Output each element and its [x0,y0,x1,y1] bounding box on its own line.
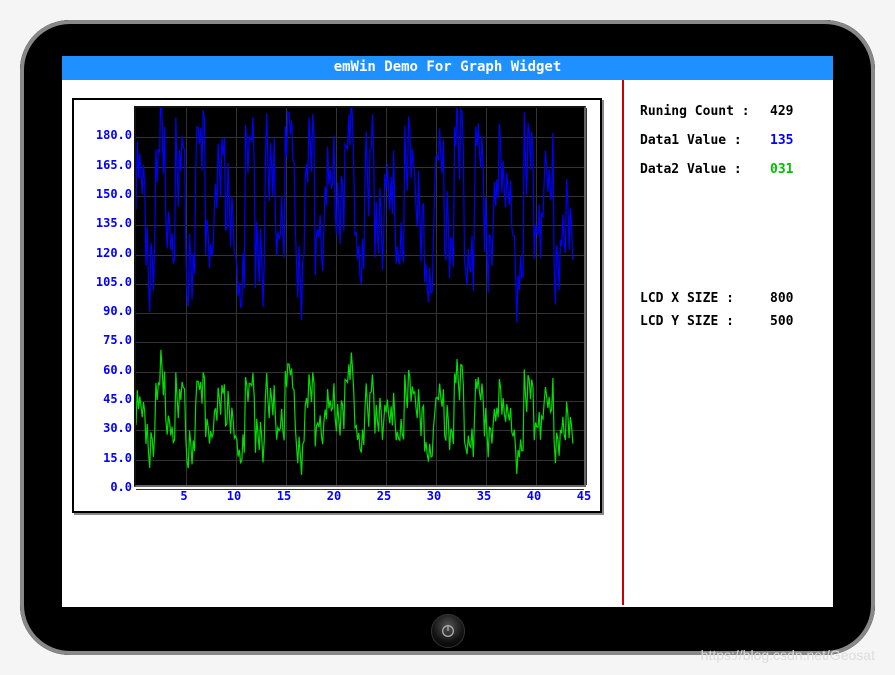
y-tick-label: 120.0 [80,246,132,260]
y-tick-label: 60.0 [80,363,132,377]
y-tick-label: 75.0 [80,333,132,347]
lcd-x-label: LCD X SIZE : [640,291,770,306]
lcd-x-row: LCD X SIZE : 800 [640,291,813,306]
y-tick-label: 45.0 [80,392,132,406]
x-tick-label: 35 [477,489,491,503]
graph-panel: 0.0 15.0 30.0 45.0 60.0 75.0 90.0 105.0 120.0 135… [62,80,622,605]
power-icon [440,623,456,639]
info-panel: Runing Count : 429 Data1 Value : 135 Dat… [624,80,833,605]
title-bar: emWin Demo For Graph Widget [62,56,833,80]
x-tick-label: 15 [277,489,291,503]
watermark: https://blog.csdn.net/Geosat [701,647,875,663]
x-tick-label: 45 [577,489,591,503]
data1-value: 135 [770,133,813,148]
data2-row: Data2 Value : 031 [640,162,813,177]
plot-area[interactable] [134,106,586,487]
running-count-value: 429 [770,104,813,119]
x-tick-label: 40 [527,489,541,503]
running-count-label: Runing Count : [640,104,770,119]
x-tick-label: 20 [327,489,341,503]
data2-value: 031 [770,162,813,177]
lcd-y-value: 500 [770,314,813,329]
trace-data2 [136,350,573,475]
lcd-y-row: LCD Y SIZE : 500 [640,314,813,329]
x-tick-label: 10 [227,489,241,503]
tablet-bezel: emWin Demo For Graph Widget 0.0 15.0 30.0 4… [20,20,875,655]
y-tick-label: 90.0 [80,304,132,318]
lcd-y-label: LCD Y SIZE : [640,314,770,329]
y-tick-label: 165.0 [80,158,132,172]
lcd-x-value: 800 [770,291,813,306]
app-title: emWin Demo For Graph Widget [334,59,562,75]
trace-data1 [136,108,573,323]
running-count-row: Runing Count : 429 [640,104,813,119]
power-button[interactable] [431,614,465,648]
y-tick-label: 150.0 [80,187,132,201]
screen: emWin Demo For Graph Widget 0.0 15.0 30.0 4… [62,56,833,607]
y-tick-label: 135.0 [80,216,132,230]
x-tick-label: 5 [180,489,187,503]
data1-row: Data1 Value : 135 [640,133,813,148]
y-tick-label: 105.0 [80,275,132,289]
y-tick-label: 15.0 [80,451,132,465]
graph-frame: 0.0 15.0 30.0 45.0 60.0 75.0 90.0 105.0 120.0 135… [72,98,602,513]
x-tick-label: 25 [377,489,391,503]
y-tick-label: 30.0 [80,421,132,435]
y-tick-label: 180.0 [80,128,132,142]
content-area: 0.0 15.0 30.0 45.0 60.0 75.0 90.0 105.0 120.0 135… [62,80,833,605]
x-tick-label: 30 [427,489,441,503]
data2-label: Data2 Value : [640,162,770,177]
data1-label: Data1 Value : [640,133,770,148]
y-tick-label: 0.0 [80,480,132,494]
